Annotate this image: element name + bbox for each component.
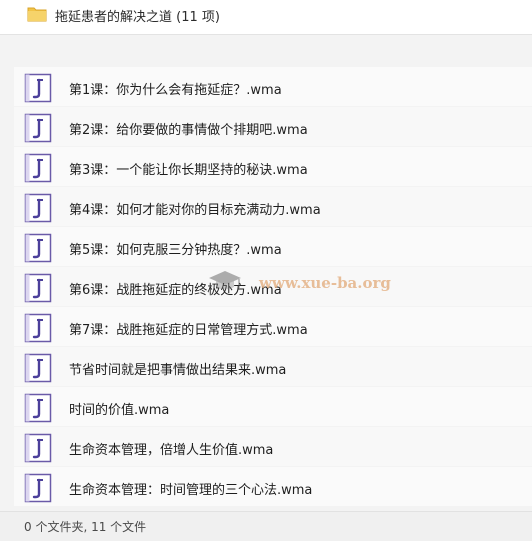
folder-title: 拖延患者的解决之道 (11 项) bbox=[55, 10, 220, 25]
audio-file-icon bbox=[24, 73, 52, 103]
file-row-1[interactable]: 第1课：你为什么会有拖延症？.wma bbox=[14, 67, 532, 107]
file-row-8[interactable]: 节省时间就是把事情做出结果来.wma bbox=[14, 347, 532, 387]
audio-file-icon bbox=[24, 153, 52, 183]
status-bar: 0 个文件夹, 11 个文件 bbox=[0, 511, 532, 541]
file-name: 生命资本管理，倍增人生价值.wma bbox=[69, 443, 274, 458]
file-name: 第2课：给你要做的事情做个排期吧.wma bbox=[69, 123, 308, 138]
file-row-2[interactable]: 第2课：给你要做的事情做个排期吧.wma bbox=[14, 107, 532, 147]
file-row-10[interactable]: 生命资本管理，倍增人生价值.wma bbox=[14, 427, 532, 467]
file-row-3[interactable]: 第3课：一个能让你长期坚持的秘诀.wma bbox=[14, 147, 532, 187]
audio-file-icon bbox=[24, 233, 52, 263]
file-row-11[interactable]: 生命资本管理：时间管理的三个心法.wma bbox=[14, 467, 532, 507]
file-name: 第5课：如何克服三分钟热度？.wma bbox=[69, 243, 282, 258]
file-row-6[interactable]: 第6课：战胜拖延症的终极处方.wma bbox=[14, 267, 532, 307]
folder-icon bbox=[27, 7, 47, 22]
file-name: 第7课：战胜拖延症的日常管理方式.wma bbox=[69, 323, 308, 338]
file-name: 节省时间就是把事情做出结果来.wma bbox=[69, 363, 287, 378]
file-name: 时间的价值.wma bbox=[69, 403, 170, 418]
audio-file-icon bbox=[24, 193, 52, 223]
file-row-5[interactable]: 第5课：如何克服三分钟热度？.wma bbox=[14, 227, 532, 267]
file-row-4[interactable]: 第4课：如何才能对你的目标充满动力.wma bbox=[14, 187, 532, 227]
file-name: 第3课：一个能让你长期坚持的秘诀.wma bbox=[69, 163, 308, 178]
file-name: 第1课：你为什么会有拖延症？.wma bbox=[69, 83, 282, 98]
audio-file-icon bbox=[24, 313, 52, 343]
status-summary: 0 个文件夹, 11 个文件 bbox=[24, 520, 147, 534]
audio-file-icon bbox=[24, 433, 52, 463]
file-row-9[interactable]: 时间的价值.wma bbox=[14, 387, 532, 427]
file-list: 第1课：你为什么会有拖延症？.wma 第2课：给你要做的事情做个排期吧.wma … bbox=[14, 67, 532, 507]
audio-file-icon bbox=[24, 473, 52, 503]
folder-header: 拖延患者的解决之道 (11 项) bbox=[0, 0, 532, 35]
audio-file-icon bbox=[24, 113, 52, 143]
file-row-7[interactable]: 第7课：战胜拖延症的日常管理方式.wma bbox=[14, 307, 532, 347]
audio-file-icon bbox=[24, 393, 52, 423]
audio-file-icon bbox=[24, 353, 52, 383]
file-name: 生命资本管理：时间管理的三个心法.wma bbox=[69, 483, 313, 498]
audio-file-icon bbox=[24, 273, 52, 303]
file-name: 第6课：战胜拖延症的终极处方.wma bbox=[69, 283, 282, 298]
file-name: 第4课：如何才能对你的目标充满动力.wma bbox=[69, 203, 321, 218]
